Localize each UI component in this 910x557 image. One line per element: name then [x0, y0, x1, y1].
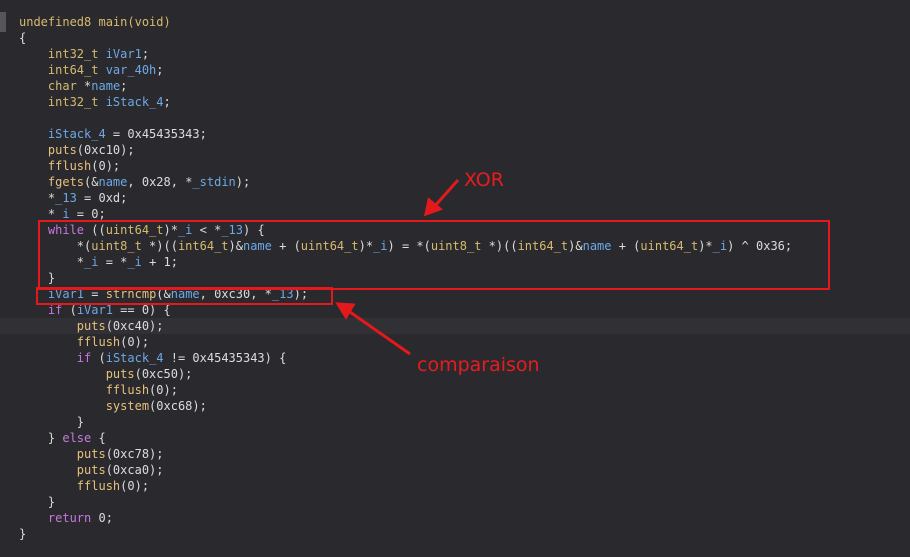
xor-arrow — [432, 179, 460, 208]
xor-annotation-label: XOR — [464, 169, 504, 191]
comparison-arrow-head — [335, 302, 356, 320]
annotation-arrows — [335, 179, 460, 356]
comparison-arrow — [349, 310, 411, 356]
decompiler-view[interactable]: undefined8 main(void){ int32_t iVar1; in… — [0, 0, 910, 557]
comparison-annotation-label: comparaison — [417, 354, 540, 376]
